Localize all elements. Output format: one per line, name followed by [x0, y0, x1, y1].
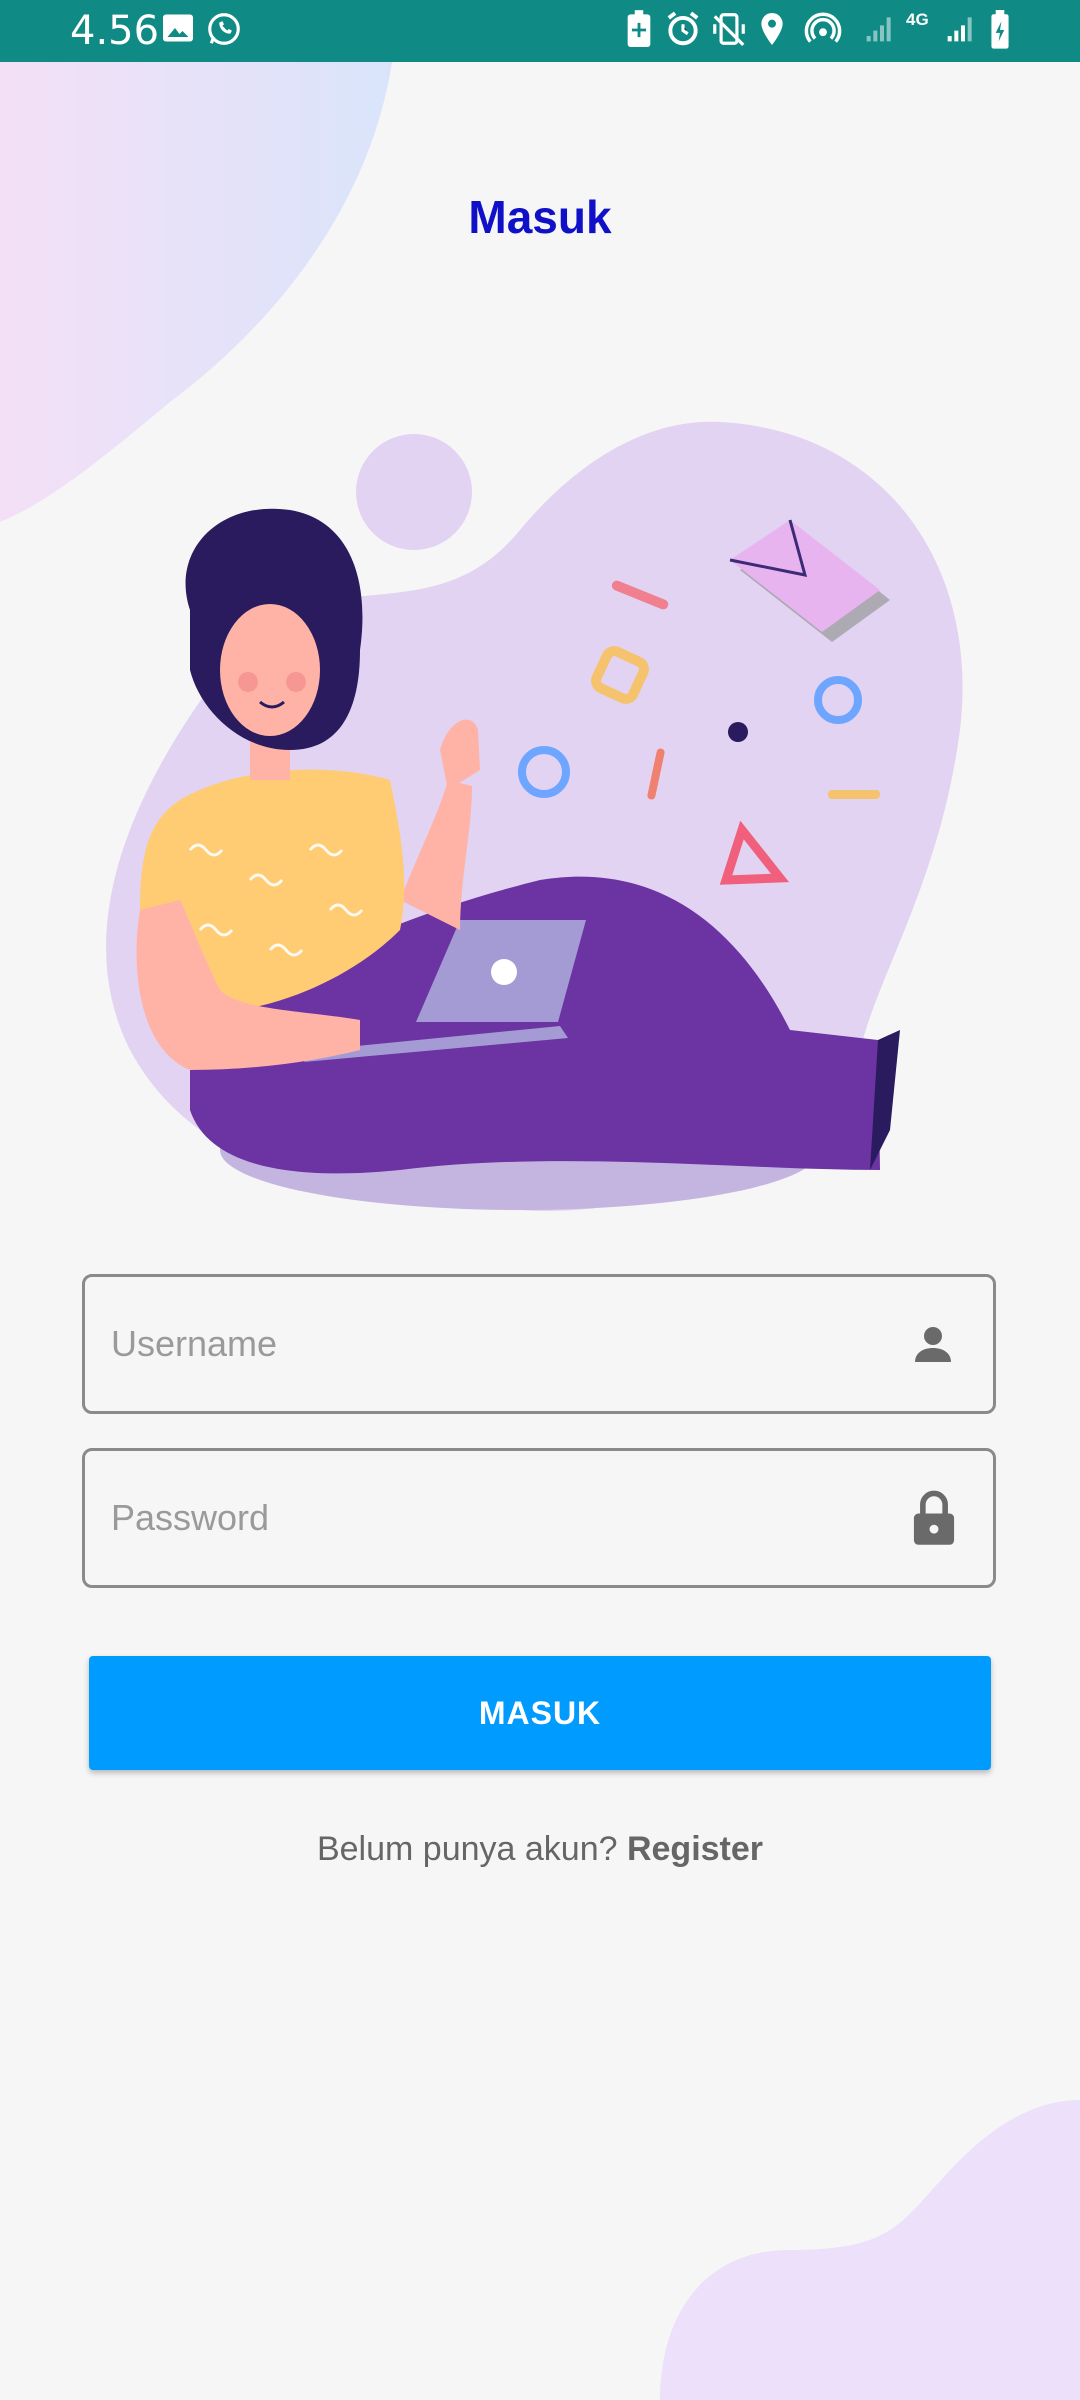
lock-icon	[913, 1490, 955, 1545]
image-icon	[163, 14, 193, 42]
no-account-text: Belum punya akun?	[316, 1830, 618, 1868]
login-illustration	[106, 421, 963, 1211]
password-input[interactable]	[111, 1451, 891, 1585]
page-title: Masuk	[468, 191, 612, 243]
whatsapp-icon	[208, 13, 240, 45]
decorative-blob-bottom	[660, 2100, 1080, 2400]
location-icon	[761, 13, 783, 45]
signal-icon	[947, 17, 972, 42]
alarm-icon	[667, 11, 699, 46]
login-button[interactable]: MASUK	[89, 1656, 991, 1770]
battery-charging-icon	[991, 10, 1009, 49]
vibrate-off-icon	[713, 13, 745, 46]
status-bar: 4.56 4G	[0, 0, 1080, 62]
hotspot-icon	[804, 12, 842, 43]
register-link[interactable]: Register	[627, 1830, 763, 1868]
register-prompt: Belum punya akun? Register	[0, 1830, 1080, 1869]
signal-icon	[866, 17, 891, 42]
username-input[interactable]	[111, 1277, 891, 1411]
password-field[interactable]	[82, 1448, 996, 1588]
username-field[interactable]	[82, 1274, 996, 1414]
network-type-label: 4G	[906, 10, 929, 29]
battery-saver-icon	[627, 10, 651, 48]
person-icon	[915, 1327, 951, 1362]
status-time: 4.56	[70, 8, 160, 54]
